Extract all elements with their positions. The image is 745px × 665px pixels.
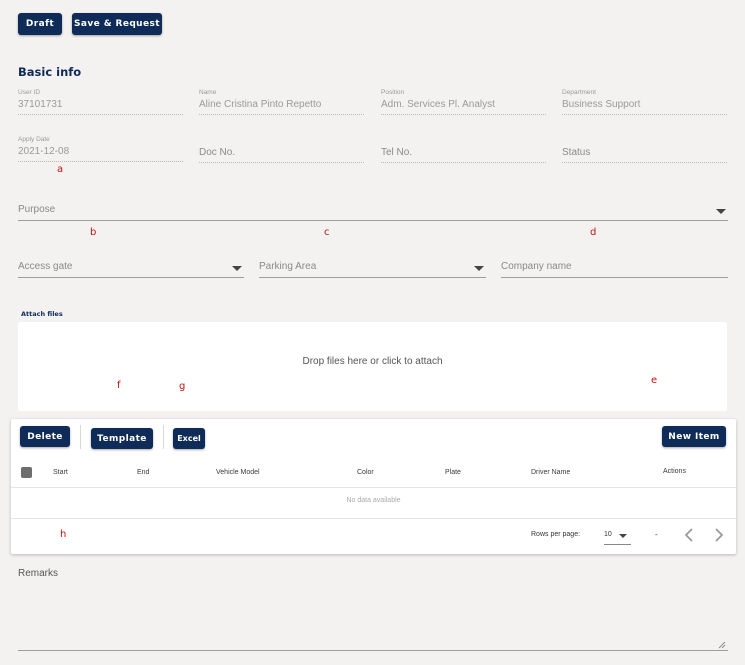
doc-no-field[interactable]: Doc No. — [199, 147, 364, 163]
toolbar-divider — [163, 425, 164, 449]
user-id-value: 37101731 — [18, 99, 63, 110]
tel-no-underline — [381, 162, 546, 163]
annotation-b: b — [90, 227, 97, 238]
parking-area-underline — [259, 277, 486, 278]
name-field[interactable]: Name Aline Cristina Pinto Repetto — [199, 89, 364, 115]
name-value: Aline Cristina Pinto Repetto — [199, 99, 322, 110]
column-header-vehicle-model[interactable]: Vehicle Model — [216, 469, 260, 476]
apply-date-label: Apply Date — [18, 136, 50, 143]
rows-per-page-underline — [604, 544, 631, 545]
new-item-button[interactable]: New Item — [662, 426, 726, 447]
department-label: Department — [562, 89, 596, 96]
name-underline — [199, 114, 364, 115]
excel-button[interactable]: Excel — [173, 428, 205, 449]
apply-date-underline — [18, 161, 183, 162]
toolbar-divider — [80, 425, 81, 449]
name-label: Name — [199, 89, 217, 96]
annotation-f: f — [117, 380, 121, 391]
parking-area-select[interactable]: Parking Area — [259, 261, 486, 279]
status-field[interactable]: Status — [562, 147, 727, 163]
purpose-select[interactable]: Purpose — [18, 204, 728, 222]
user-id-underline — [18, 114, 183, 115]
rows-per-page-label: Rows per page: — [531, 531, 581, 538]
template-button[interactable]: Template — [91, 428, 153, 449]
column-header-driver-name[interactable]: Driver Name — [531, 469, 570, 476]
position-underline — [381, 114, 546, 115]
rows-per-page-select[interactable]: 10 — [604, 527, 631, 545]
department-underline — [562, 114, 727, 115]
company-name-input[interactable]: Company name — [501, 261, 728, 279]
annotation-c: c — [324, 227, 330, 238]
body-divider — [11, 518, 736, 519]
annotation-d: d — [590, 227, 597, 238]
company-name-underline — [501, 277, 728, 278]
position-label: Position — [381, 89, 405, 96]
header-divider — [11, 487, 736, 488]
draft-button[interactable]: Draft — [18, 13, 62, 35]
chevron-right-icon[interactable] — [713, 527, 725, 543]
basic-info-title: Basic info — [18, 65, 82, 79]
column-header-color[interactable]: Color — [357, 469, 374, 476]
chevron-down-icon — [474, 266, 484, 271]
doc-no-underline — [199, 162, 364, 163]
apply-date-value: 2021-12-08 — [18, 146, 70, 157]
access-gate-placeholder: Access gate — [18, 261, 73, 272]
position-field[interactable]: Position Adm. Services Pl. Analyst — [381, 89, 546, 115]
access-gate-underline — [18, 277, 244, 278]
page-range-text: - — [655, 530, 658, 539]
user-id-field[interactable]: User ID 37101731 — [18, 89, 183, 115]
chevron-down-icon — [232, 266, 242, 271]
save-request-button[interactable]: Save & Request — [72, 13, 162, 35]
remarks-label: Remarks — [18, 568, 59, 579]
vehicle-table-card: Delete Template Excel New Item Start End… — [11, 419, 736, 554]
tel-no-placeholder: Tel No. — [381, 147, 413, 158]
column-header-end[interactable]: End — [137, 469, 149, 476]
file-dropzone[interactable]: Drop files here or click to attach — [18, 322, 727, 411]
resize-handle-icon[interactable] — [717, 640, 726, 649]
doc-no-placeholder: Doc No. — [199, 147, 236, 158]
annotation-e: e — [651, 375, 658, 386]
purpose-underline — [18, 220, 728, 221]
company-name-placeholder: Company name — [501, 261, 572, 272]
column-header-actions: Actions — [663, 468, 686, 475]
apply-date-field[interactable]: Apply Date 2021-12-08 — [18, 136, 183, 162]
chevron-down-icon — [619, 534, 627, 538]
remarks-underline — [18, 650, 728, 651]
department-value: Business Support — [562, 99, 641, 110]
user-id-label: User ID — [18, 89, 41, 96]
annotation-h: h — [60, 529, 67, 540]
purpose-placeholder: Purpose — [18, 204, 56, 215]
annotation-a: a — [57, 164, 64, 175]
position-value: Adm. Services Pl. Analyst — [381, 99, 495, 110]
status-underline — [562, 162, 727, 163]
column-header-plate[interactable]: Plate — [445, 469, 461, 476]
parking-area-placeholder: Parking Area — [259, 261, 317, 272]
department-field[interactable]: Department Business Support — [562, 89, 727, 115]
chevron-down-icon — [716, 209, 726, 214]
empty-state-text: No data available — [346, 497, 401, 504]
remarks-textarea[interactable] — [18, 582, 728, 650]
tel-no-field[interactable]: Tel No. — [381, 147, 546, 163]
chevron-left-icon[interactable] — [683, 527, 695, 543]
select-all-checkbox[interactable] — [21, 467, 32, 478]
access-gate-select[interactable]: Access gate — [18, 261, 244, 279]
status-placeholder: Status — [562, 147, 591, 158]
delete-button[interactable]: Delete — [20, 426, 70, 447]
dropzone-text: Drop files here or click to attach — [302, 356, 443, 367]
attach-files-label: Attach files — [21, 310, 63, 318]
annotation-g: g — [179, 381, 186, 392]
rows-per-page-value: 10 — [604, 531, 612, 538]
column-header-start[interactable]: Start — [53, 469, 68, 476]
